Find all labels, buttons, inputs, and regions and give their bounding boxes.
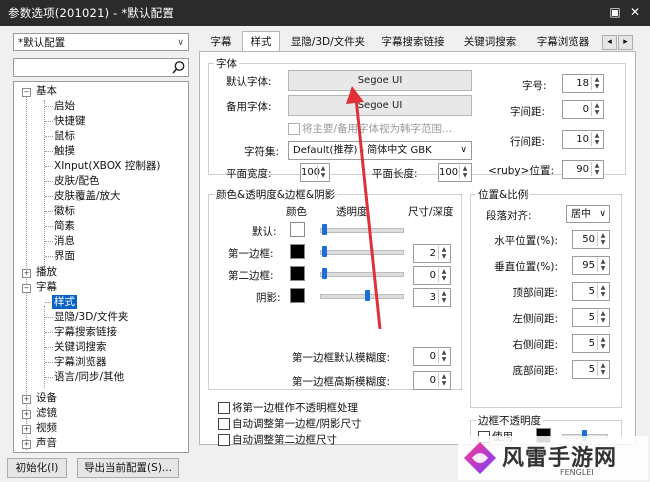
pin-icon[interactable]: ▣ bbox=[606, 4, 624, 21]
watermark: 风雷手游网 FENGLEI bbox=[458, 436, 648, 480]
watermark-logo-icon bbox=[464, 442, 496, 474]
window-title: 参数选项(201021) - *默认配置 bbox=[8, 6, 175, 20]
watermark-subtitle: FENGLEI bbox=[560, 468, 594, 477]
dialog-body: *默认配置 ∨ − 基本 启始 快捷键 鼠标 触摸 XInput(XBOX 控制… bbox=[0, 26, 650, 482]
annotation-arrow bbox=[346, 86, 382, 330]
title-bar: 参数选项(201021) - *默认配置 ▣ ✕ bbox=[0, 0, 650, 26]
close-icon[interactable]: ✕ bbox=[626, 4, 644, 21]
